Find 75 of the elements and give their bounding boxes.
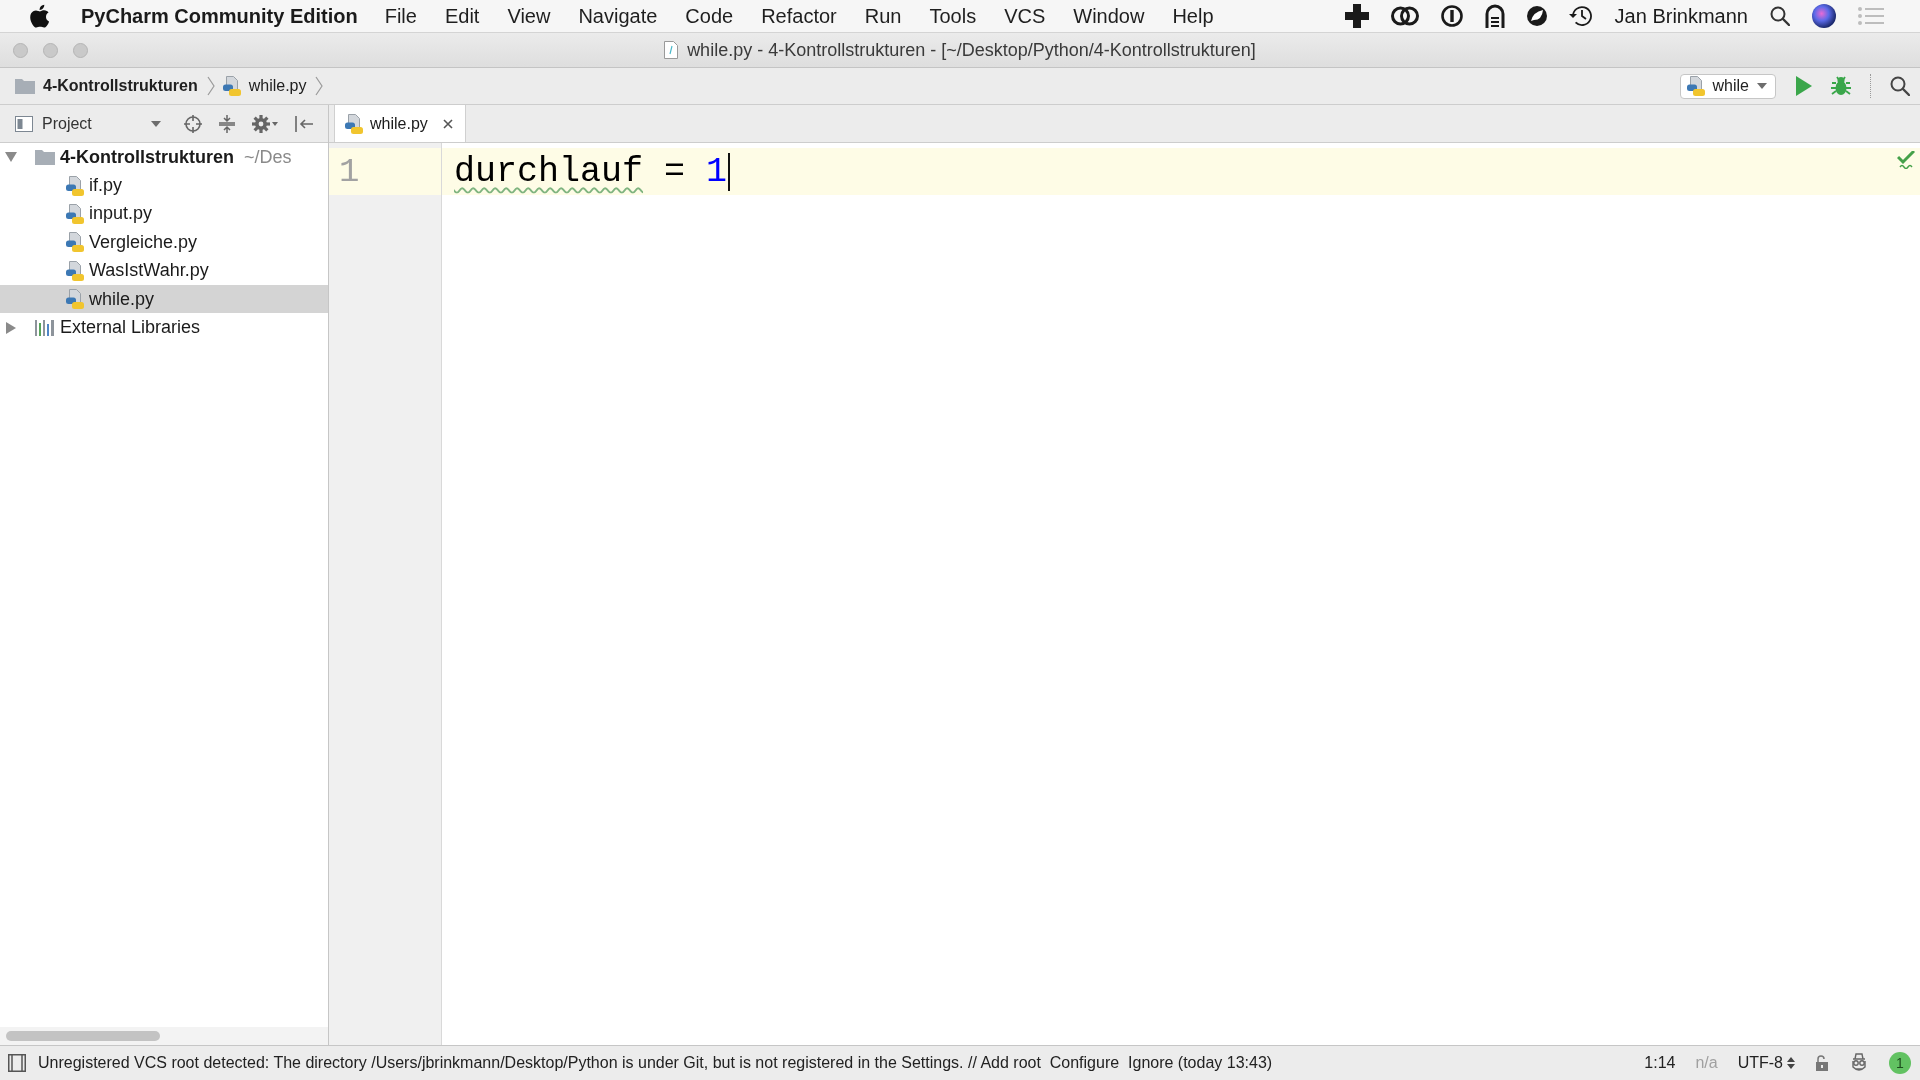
bug-icon[interactable] (1830, 75, 1852, 97)
lock-icon[interactable] (1815, 1055, 1829, 1071)
orb-icon[interactable] (1812, 4, 1836, 28)
scrollbar-thumb[interactable] (6, 1031, 160, 1041)
menu-item[interactable]: Refactor (747, 4, 851, 28)
leaf-icon[interactable] (1526, 6, 1547, 26)
disclosure-triangle-icon[interactable] (5, 321, 17, 334)
breadcrumb-item[interactable]: while.py (222, 76, 307, 96)
tree-item[interactable]: if.py (0, 171, 328, 200)
code-line: durchlauf = 1 (454, 151, 728, 192)
encoding-selector[interactable]: UTF-8 (1737, 1054, 1795, 1072)
document-icon (664, 41, 679, 59)
app-name-menu[interactable]: PyCharm Community Edition (81, 4, 358, 28)
tree-item[interactable]: while.py (0, 284, 328, 314)
menu-item[interactable]: Tools (915, 4, 991, 28)
apple-logo-icon[interactable] (30, 4, 49, 28)
history-clock-icon[interactable] (1568, 5, 1593, 27)
python-file-icon (66, 260, 84, 281)
caret-icon (1757, 83, 1767, 89)
crosshair-icon[interactable] (184, 114, 202, 133)
menu-item[interactable]: File (370, 4, 431, 28)
path-hint: ~/Des (244, 146, 292, 168)
menu-item[interactable]: Run (850, 4, 916, 28)
folder-icon (15, 78, 35, 94)
plus-icon[interactable] (1344, 4, 1369, 28)
menu-item[interactable]: View (493, 4, 565, 28)
search-icon[interactable] (1770, 6, 1790, 26)
menu-item[interactable]: Help (1158, 4, 1228, 28)
close-icon[interactable] (442, 118, 453, 129)
editor-tab[interactable]: while.py (334, 105, 466, 142)
tree-item[interactable]: input.py (0, 199, 328, 229)
python-file-icon (66, 175, 84, 196)
line-number: 1 (339, 152, 360, 191)
run-icon[interactable] (1796, 76, 1812, 96)
settings-icon[interactable] (252, 114, 278, 133)
tree-item[interactable]: WasIstWahr.py (0, 256, 328, 285)
breadcrumb-item[interactable]: 4-Kontrollstrukturen (15, 77, 198, 95)
caret-position[interactable]: 1:14 (1644, 1054, 1676, 1072)
search-icon[interactable] (1890, 76, 1910, 96)
folder-icon (35, 149, 55, 166)
caret-icon (151, 120, 161, 127)
library-icon (35, 319, 55, 336)
text-cursor (728, 152, 731, 191)
window-title: while.py - 4-Kontrollstrukturen - [~/Desktop/Python/4-Kontrollstrukturen] (687, 39, 1256, 61)
python-file-icon (66, 232, 84, 253)
python-file-icon (66, 289, 84, 310)
status-message: Unregistered VCS root detected: The directory /Users/jbrinkmann/Desktop/Python is under Git, but is not registered in the Settings. // Add root Configure Ignore (today 13:43) (38, 1054, 1273, 1072)
hide-panel-icon[interactable] (295, 115, 313, 132)
menu-item[interactable]: Edit (430, 4, 494, 28)
python-file-icon (66, 203, 84, 224)
tree-item[interactable]: 4-Kontrollstrukturen ~/Des (0, 143, 328, 172)
tree-item[interactable]: Vergleiche.py (0, 228, 328, 257)
chevron-icon (206, 76, 215, 96)
menu-item[interactable]: Window (1059, 4, 1159, 28)
menu-item[interactable]: Code (671, 4, 748, 28)
user-name-menu[interactable]: Jan Brinkmann (1614, 4, 1748, 28)
panel-toggle-icon[interactable] (8, 1054, 26, 1072)
arch-icon[interactable] (1484, 4, 1505, 28)
chevron-icon (315, 76, 324, 96)
python-file-icon (345, 113, 363, 134)
cloud-icon[interactable] (1390, 6, 1419, 26)
run-configuration-select[interactable]: while (1679, 73, 1776, 99)
check-icon (1897, 151, 1915, 169)
python-file-icon (222, 76, 241, 96)
menu-item[interactable]: Navigate (564, 4, 672, 28)
collapse-all-icon[interactable] (219, 114, 235, 133)
tree-item[interactable]: External Libraries (0, 313, 328, 342)
project-icon (15, 115, 33, 132)
disclosure-triangle-icon[interactable] (5, 151, 17, 164)
menu-item[interactable]: VCS (990, 4, 1060, 28)
up-down-arrows-icon (1787, 1057, 1795, 1069)
inspector-icon[interactable] (1849, 1053, 1869, 1073)
ring-icon[interactable] (1440, 5, 1463, 27)
event-log-count[interactable]: 1 (1889, 1052, 1911, 1074)
python-file-icon (1686, 76, 1705, 96)
